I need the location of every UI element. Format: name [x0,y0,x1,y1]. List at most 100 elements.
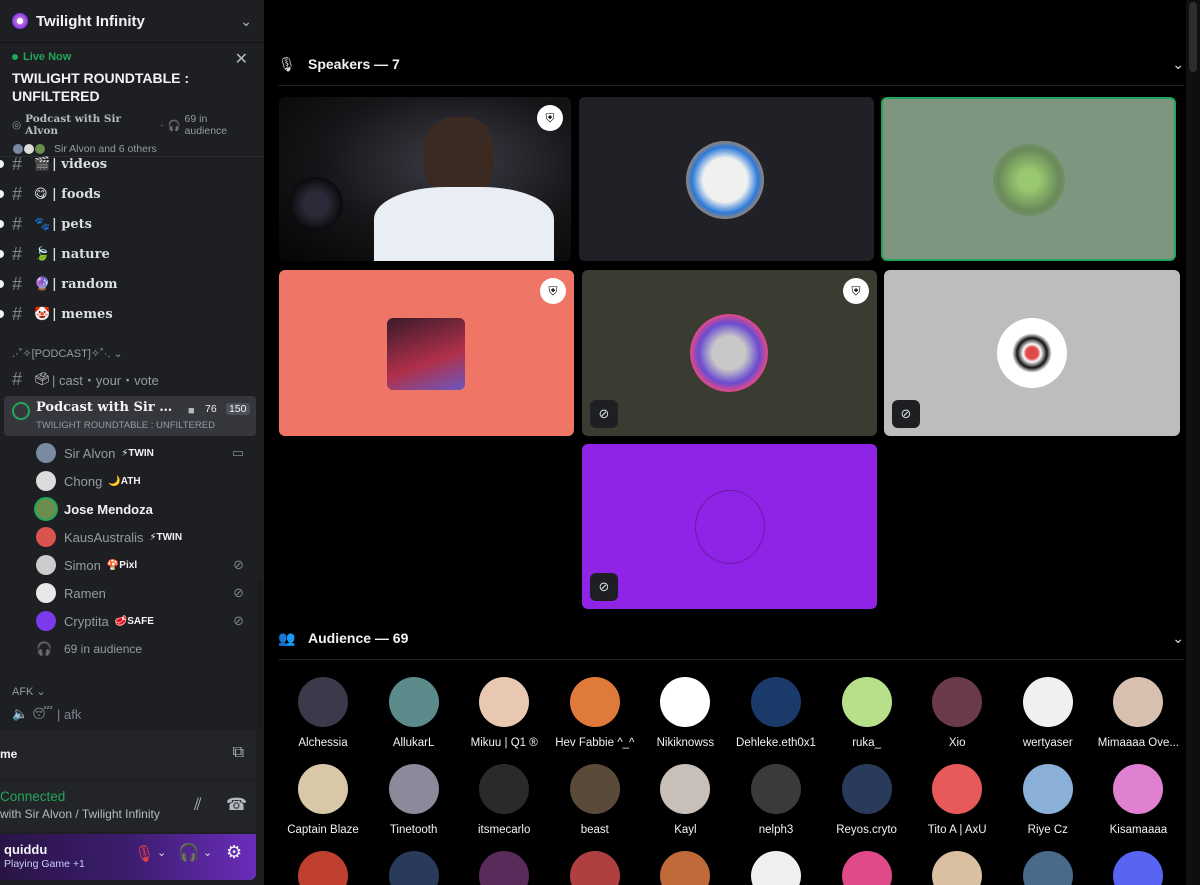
audience-member[interactable]: Kisamaaaa [1093,764,1183,836]
activity-panel: me ⧉ [0,730,256,778]
stage-user[interactable]: Cryptita 🥩SAFE ⊘ [36,608,256,634]
close-icon[interactable]: ✕ [235,49,248,69]
audience-member[interactable]: Reyos.cryto [822,764,912,836]
unread-indicator [0,310,4,318]
category-podcast[interactable]: .·˚✧[PODCAST]✧˚·. ⌄ [12,347,123,360]
voice-channel-link[interactable]: with Sir Alvon / Twilight Infinity [0,807,160,821]
server-header[interactable]: Twilight Infinity ⌄ [0,0,264,43]
channel-cast-your-vote[interactable]: # 🗳 | cast・your・vote [0,366,264,392]
hashtag-icon: # [12,213,23,234]
channel-emoji: 😴 [32,706,54,721]
audience-member[interactable]: Dehleke.eth0x1 [731,677,821,749]
audience-header[interactable]: 👥 Audience — 69 ⌄ [278,627,1184,649]
disconnect-icon[interactable]: ☎ [226,795,247,815]
channel-afk[interactable]: 🔈 😴 | afk [12,706,81,722]
channel-name: | afk [57,706,82,722]
audience-member[interactable]: Mimaaaa Ove... [1093,677,1183,749]
channel-memes[interactable]: # 🤡 | memes [0,301,264,327]
stage-audience-count[interactable]: 🎧 69 in audience [36,636,256,662]
sidebar-scrollbar[interactable] [258,580,262,730]
person-head [424,117,494,197]
channel-random[interactable]: # 🔮 | random [0,271,264,297]
audience-member[interactable] [822,851,912,885]
audience-member[interactable]: Tito A | AxU [912,764,1002,836]
audience-member[interactable] [459,851,549,885]
avatar [841,677,892,727]
audience-title: Audience — 69 [308,630,409,646]
stage-icon [12,402,30,420]
speaker-tile[interactable]: ⊘ [582,444,877,609]
channel-foods[interactable]: # 😋 | foods [0,181,264,207]
audience-member[interactable]: Nikiknowss [640,677,730,749]
stage-channel-podcast[interactable]: Podcast with Sir Al... TWILIGHT ROUNDTAB… [4,396,256,436]
voice-connected-label[interactable]: Connected [0,789,65,804]
audience-member[interactable] [912,851,1002,885]
mic-muted-icon[interactable]: 🎙 [134,844,154,864]
gear-icon[interactable]: ⚙ [226,842,242,863]
audience-member[interactable]: wertyaser [1003,677,1093,749]
live-stage-banner[interactable]: Live Now ✕ TWILIGHT ROUNDTABLE : UNFILTE… [0,43,264,157]
stage-user[interactable]: Simon 🍄Pixl ⊘ [36,552,256,578]
chevron-down-icon[interactable]: ⌄ [157,846,166,859]
user-tag: 🍄Pixl [106,559,138,571]
channel-videos[interactable]: # 🎬 | videos [0,151,264,177]
audience-member-name: wertyaser [1022,737,1073,749]
audience-member[interactable]: Riye Cz [1003,764,1093,836]
stage-user[interactable]: Sir Alvon ⚡TWIN ▭ [36,440,256,466]
screen-share-icon[interactable]: ⧉ [233,744,244,762]
avatar [388,851,439,885]
main-scrollbar[interactable] [1186,0,1200,885]
live-stage-name: Podcast with Sir Alvon [25,113,122,137]
speaker-tile-video[interactable]: ⛨ [279,97,571,261]
audience-member[interactable]: Xio [912,677,1002,749]
username[interactable]: quiddu [4,842,47,857]
headphones-icon[interactable]: 🎧 [178,843,199,863]
stage-user[interactable]: Ramen ⊘ [36,580,256,606]
audience-member[interactable]: itsmecarlo [459,764,549,836]
audience-member[interactable] [550,851,640,885]
audience-member[interactable]: beast [550,764,640,836]
avatar [660,764,711,814]
chevron-down-icon[interactable]: ⌄ [240,13,252,30]
speaker-tile-speaking[interactable] [881,97,1176,261]
audience-member[interactable]: Mikuu | Q1 ® [459,677,549,749]
audience-member[interactable]: nelph3 [731,764,821,836]
stage-user[interactable]: KausAustralis ⚡TWIN [36,524,256,550]
audience-member[interactable] [278,851,368,885]
audience-member[interactable] [1003,851,1093,885]
audience-member[interactable]: Tinetooth [369,764,459,836]
chevron-down-icon[interactable]: ⌄ [203,846,212,859]
avatar [569,677,620,727]
noise-suppression-icon[interactable]: ⫽ [194,795,202,815]
scroll-thumb[interactable] [1189,2,1197,72]
audience-member[interactable] [369,851,459,885]
audience-member[interactable]: Kayl [640,764,730,836]
channel-nature[interactable]: # 🍃 | nature [0,241,264,267]
stage-user-name: Cryptita [64,613,109,629]
live-status-label: Live Now [23,51,72,63]
audience-member[interactable]: Alchessia [278,677,368,749]
audience-member-name: Reyos.cryto [836,824,897,836]
channel-pets[interactable]: # 🐾 | pets [0,211,264,237]
category-afk[interactable]: AFK ⌄ [12,685,46,698]
stage-user[interactable]: Jose Mendoza [36,496,256,522]
avatar [997,318,1067,388]
audience-member[interactable] [731,851,821,885]
audience-member[interactable]: Hev Fabbie ^_^ [550,677,640,749]
audience-member-name: Xio [948,737,966,749]
speaker-tile[interactable]: ⛨ [279,270,574,436]
speaker-tile[interactable] [579,97,874,261]
speaker-tile[interactable]: ⛨ ⊘ [582,270,877,436]
stage-user[interactable]: Chong 🌙ATH [36,468,256,494]
audience-member[interactable]: Captain Blaze [278,764,368,836]
chevron-down-icon[interactable]: ⌄ [1172,630,1184,647]
speakers-header[interactable]: 🎙 Speakers — 7 ⌄ [278,53,1184,75]
channel-emoji: 🔮 [34,276,51,291]
audience-member[interactable]: AllukarL [369,677,459,749]
audience-member[interactable] [1093,851,1183,885]
avatar [695,490,765,564]
audience-member[interactable]: ruka_ [822,677,912,749]
speaker-tile[interactable]: ⊘ [884,270,1180,436]
chevron-down-icon[interactable]: ⌄ [1172,56,1184,73]
audience-member[interactable] [640,851,730,885]
